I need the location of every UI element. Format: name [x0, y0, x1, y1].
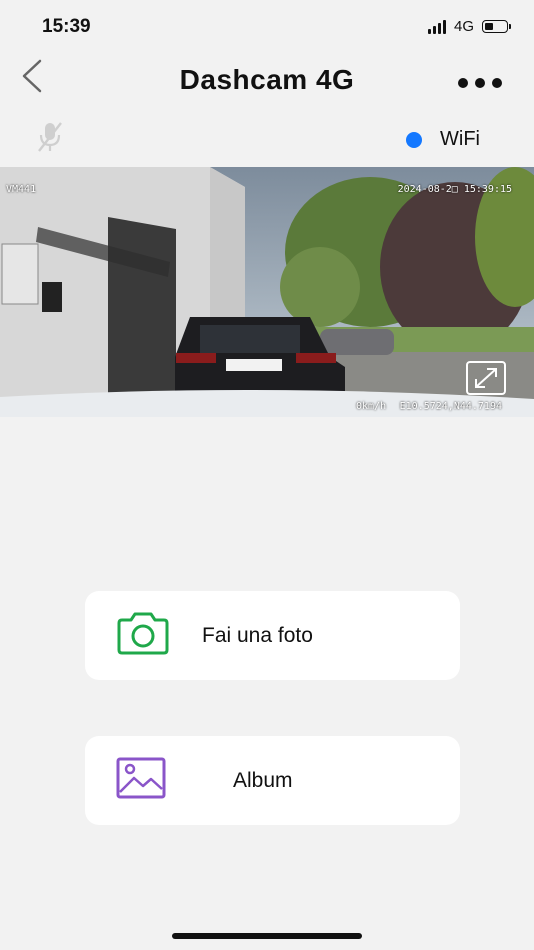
fullscreen-button[interactable] — [466, 361, 506, 395]
expand-icon — [475, 368, 497, 388]
gps-overlay: E10.5724,N44.7194 — [399, 401, 502, 412]
camera-feed-image — [0, 167, 534, 417]
network-type: 4G — [453, 18, 474, 35]
connection-status-dot — [406, 131, 423, 148]
take-photo-button[interactable]: Fai una foto — [85, 591, 460, 680]
battery-icon — [482, 20, 511, 33]
album-label: Album — [233, 769, 293, 792]
more-dot-icon — [475, 78, 485, 88]
more-dot-icon — [458, 78, 468, 88]
device-id-overlay: VM441 — [6, 184, 37, 195]
connection-label: WiFi — [440, 128, 480, 150]
connection-indicator: WiFi — [406, 128, 480, 151]
timestamp-overlay: 2024-08-2□ 15:39:15 — [397, 184, 512, 195]
more-options-button[interactable] — [458, 78, 502, 88]
status-time: 15:39 — [42, 16, 91, 37]
live-video-preview[interactable]: VM441 2024-08-2□ 15:39:15 0km/h E10.5724… — [0, 167, 534, 417]
album-button[interactable]: Album — [85, 736, 460, 825]
signal-icon — [427, 19, 446, 34]
status-indicators: 4G — [427, 18, 511, 35]
image-icon — [116, 757, 166, 799]
take-photo-label: Fai una foto — [202, 624, 313, 647]
more-dot-icon — [492, 78, 502, 88]
page-title: Dashcam 4G — [179, 64, 355, 95]
microphone-off-icon[interactable] — [36, 120, 64, 154]
speed-overlay: 0km/h — [356, 401, 387, 412]
camera-icon — [117, 612, 169, 655]
home-indicator[interactable] — [172, 933, 362, 939]
